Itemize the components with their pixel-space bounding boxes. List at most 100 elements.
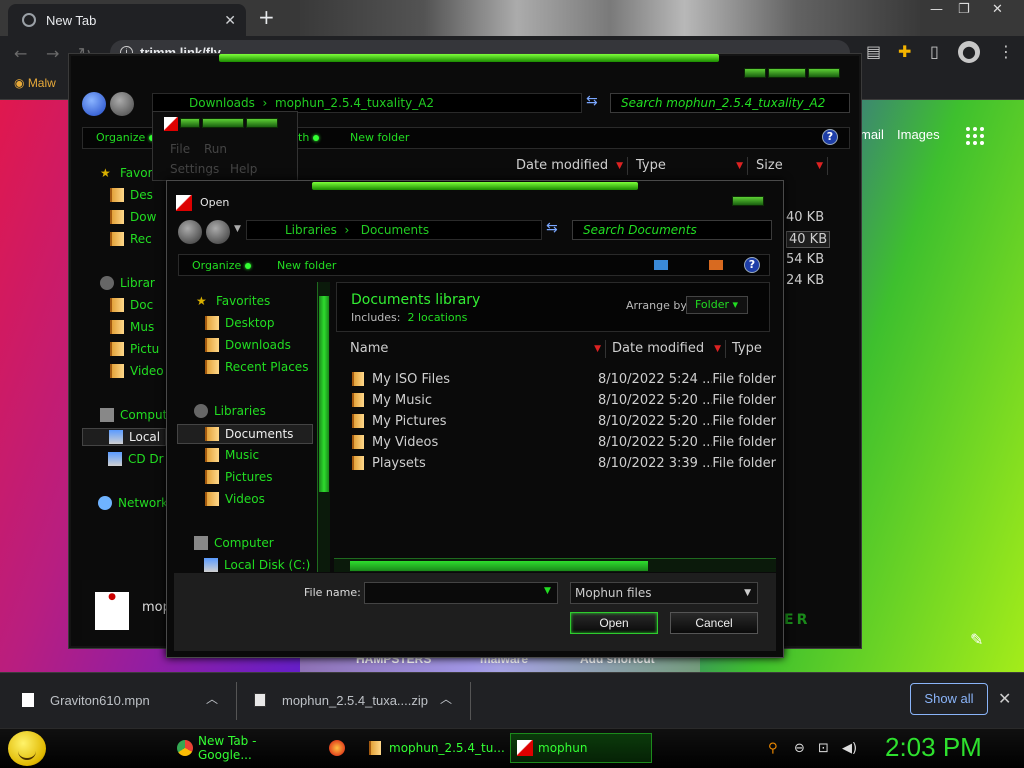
images-link[interactable]: Images	[897, 127, 940, 142]
explorer-help-icon[interactable]: ?	[822, 129, 838, 145]
explorer-tree-libraries[interactable]: Librar	[100, 276, 160, 290]
download-options-chevron-icon[interactable]: ︿	[440, 690, 452, 707]
nav-desktop[interactable]: Desktop	[205, 316, 275, 330]
new-tab-button[interactable]: +	[258, 5, 275, 29]
taskbar-explorer[interactable]: mophun_2.5.4_tu...	[362, 733, 505, 763]
file-row[interactable]: My Music 8/10/2022 5:20 ... File folder	[352, 391, 776, 409]
dialog-back-icon[interactable]	[178, 220, 202, 244]
explorer-tree-downloads[interactable]: Dow	[110, 210, 160, 224]
explorer-tree-local-disk[interactable]: Local	[82, 428, 166, 446]
cancel-button[interactable]: Cancel	[670, 612, 758, 634]
volume-tray-icon[interactable]: ◀)	[842, 741, 857, 756]
customize-pencil-icon[interactable]: ✎	[970, 630, 983, 649]
arrange-by-select[interactable]: Folder ▾	[686, 296, 748, 314]
explorer-forward-icon[interactable]	[110, 92, 134, 116]
show-all-downloads-button[interactable]: Show all	[910, 683, 988, 715]
mophun-menu-settings[interactable]: Settings	[170, 162, 219, 176]
explorer-crumb-downloads[interactable]: Downloads	[189, 96, 255, 110]
mophun-minimize[interactable]	[180, 118, 200, 128]
col-date-modified[interactable]: Date modified ▼	[608, 340, 726, 358]
minimize-icon[interactable]: —	[930, 2, 943, 17]
nav-recent-places[interactable]: Recent Places	[205, 360, 308, 374]
nav-favorites[interactable]: ★ Favorites	[196, 294, 270, 308]
mophun-menu-file[interactable]: File	[170, 142, 190, 156]
file-name-input[interactable]	[364, 582, 558, 604]
explorer-tree-music[interactable]: Mus	[110, 320, 160, 334]
search-tray-icon[interactable]: ⚲	[768, 741, 778, 756]
explorer-search-input[interactable]: Search mophun_2.5.4_tuxality_A2	[610, 93, 850, 113]
explorer-col-date[interactable]: Date modified ▼	[512, 157, 628, 175]
gmail-link[interactable]: mail	[860, 127, 884, 142]
dialog-nav-scrollbar[interactable]	[317, 282, 330, 572]
sidepanel-icon[interactable]: ▯	[930, 42, 939, 61]
open-button[interactable]: Open	[570, 612, 658, 634]
file-row[interactable]: Playsets 8/10/2022 3:39 ... File folder	[352, 454, 776, 472]
explorer-tree-pictures[interactable]: Pictu	[110, 342, 160, 356]
explorer-maximize[interactable]	[768, 68, 806, 78]
dialog-address-bar[interactable]: Libraries › Documents	[246, 220, 542, 240]
file-type-select[interactable]: Mophun files ▼	[570, 582, 758, 604]
view-options-icon[interactable]	[654, 260, 668, 270]
nav-pictures[interactable]: Pictures	[205, 470, 273, 484]
explorer-tree-documents[interactable]: Doc	[110, 298, 160, 312]
start-button-smiley-icon[interactable]	[8, 731, 46, 766]
mophun-close[interactable]	[246, 118, 278, 128]
explorer-tree-recent[interactable]: Rec	[110, 232, 160, 246]
extensions-puzzle-icon[interactable]: ✚	[898, 42, 911, 61]
mophun-menu-run[interactable]: Run	[204, 142, 227, 156]
explorer-tree-computer[interactable]: Comput	[100, 408, 166, 422]
col-type[interactable]: Type	[728, 340, 776, 358]
library-locations-link[interactable]: 2 locations	[407, 311, 467, 324]
dialog-recent-dropdown-icon[interactable]: ▼	[234, 224, 241, 234]
dialog-crumb-libraries[interactable]: Libraries	[285, 223, 337, 237]
explorer-tree-favorites[interactable]: ★ Favori	[100, 166, 160, 180]
explorer-organize-button[interactable]: Organize	[96, 131, 156, 144]
browser-tab[interactable]: New Tab ✕	[8, 4, 246, 36]
nav-documents[interactable]: Documents	[177, 424, 313, 444]
taskbar-firefox[interactable]	[322, 733, 352, 763]
dialog-crumb-documents[interactable]: Documents	[361, 223, 429, 237]
explorer-tree-cd-drive[interactable]: CD Dr	[108, 452, 166, 466]
explorer-new-folder-button[interactable]: New folder	[350, 131, 409, 144]
explorer-address-bar[interactable]: Downloads › mophun_2.5.4_tuxality_A2	[152, 93, 582, 113]
nav-videos[interactable]: Videos	[205, 492, 265, 506]
dialog-refresh-icon[interactable]: ⇆	[546, 220, 558, 236]
mophun-menu-help[interactable]: Help	[230, 162, 257, 176]
preview-pane-icon[interactable]	[709, 260, 723, 270]
explorer-minimize[interactable]	[744, 68, 766, 78]
download-item[interactable]: mophun_2.5.4_tuxa....zip	[254, 684, 428, 716]
tab-close-icon[interactable]: ✕	[224, 12, 236, 29]
dialog-organize-button[interactable]: Organize	[192, 259, 252, 272]
nav-scroll-thumb[interactable]	[319, 296, 329, 492]
nav-music[interactable]: Music	[205, 448, 259, 462]
file-list-hscrollbar[interactable]	[334, 558, 776, 572]
col-name[interactable]: Name ▼	[336, 340, 606, 358]
nav-local-disk[interactable]: Local Disk (C:)	[204, 558, 316, 572]
taskbar-clock[interactable]: 2:03 PM	[885, 732, 982, 763]
restore-icon[interactable]: ❐	[958, 2, 970, 17]
explorer-crumb-folder[interactable]: mophun_2.5.4_tuxality_A2	[275, 96, 434, 110]
dialog-new-folder-button[interactable]: New folder	[277, 259, 336, 272]
minus-circle-tray-icon[interactable]: ⊖	[794, 741, 805, 756]
google-apps-icon[interactable]	[966, 127, 984, 145]
file-row[interactable]: My Pictures 8/10/2022 5:20 ... File folder	[352, 412, 776, 430]
taskbar-mophun[interactable]: mophun	[510, 733, 652, 763]
file-name-dropdown-icon[interactable]: ▼	[544, 586, 551, 596]
dialog-close-button[interactable]	[732, 196, 764, 206]
explorer-tree-network[interactable]: Network	[98, 496, 166, 510]
download-item[interactable]: Graviton610.mpn	[22, 684, 150, 716]
mophun-maximize[interactable]	[202, 118, 244, 128]
dialog-search-input[interactable]: Search Documents	[572, 220, 772, 240]
file-row[interactable]: My Videos 8/10/2022 5:20 ... File folder	[352, 433, 776, 451]
bookmark-item[interactable]: ◉ Malw	[14, 76, 56, 90]
explorer-col-type[interactable]: Type ▼	[632, 157, 748, 175]
nav-libraries[interactable]: Libraries	[194, 404, 266, 418]
explorer-close[interactable]	[808, 68, 840, 78]
explorer-col-size[interactable]: Size ▼	[752, 157, 828, 175]
close-window-icon[interactable]: ✕	[992, 2, 1003, 17]
forward-icon[interactable]: →	[46, 44, 59, 63]
nav-computer[interactable]: Computer	[194, 536, 274, 550]
explorer-tree-videos[interactable]: Video	[110, 364, 166, 378]
dialog-help-icon[interactable]: ?	[744, 257, 760, 273]
close-download-bar-icon[interactable]: ✕	[998, 689, 1011, 708]
